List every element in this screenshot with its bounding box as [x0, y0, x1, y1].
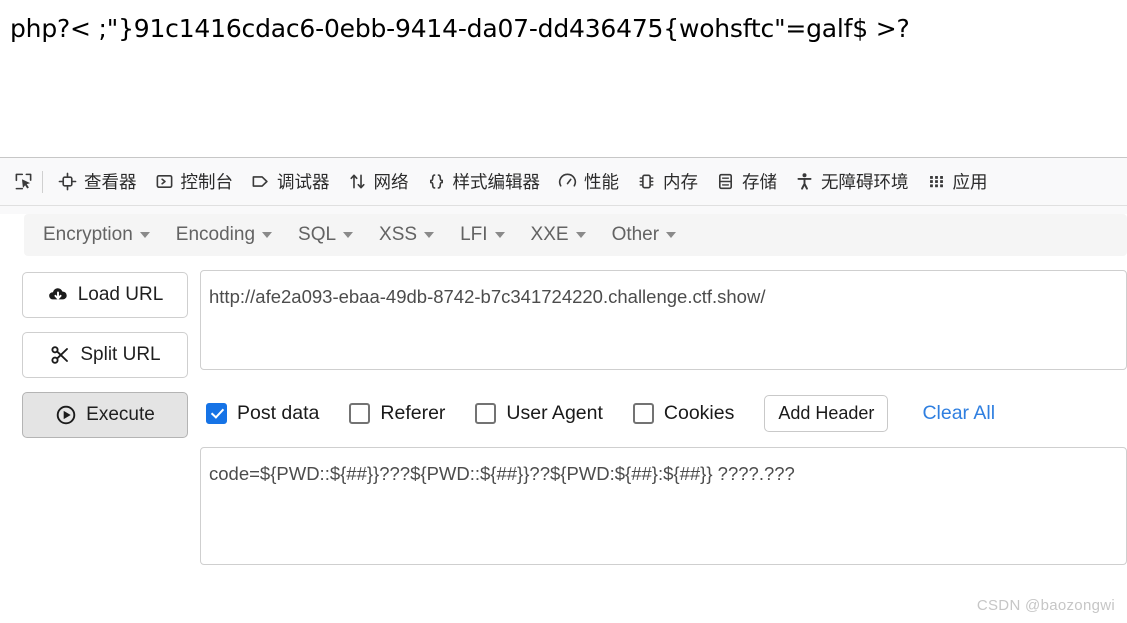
option-post-data[interactable]: Post data — [206, 402, 319, 425]
split-url-label: Split URL — [80, 344, 161, 365]
accessibility-icon — [795, 172, 814, 191]
toolbar-divider — [42, 170, 43, 193]
post-data-label: Post data — [237, 401, 320, 424]
performance-icon — [558, 172, 577, 191]
menu-xss-label: XSS — [379, 224, 418, 245]
tab-style-editor-label: 样式编辑器 — [452, 173, 541, 193]
tab-network-label: 网络 — [373, 173, 409, 193]
chevron-down-icon — [139, 232, 150, 238]
tab-memory[interactable]: 内存 — [628, 165, 707, 198]
element-picker-button[interactable] — [6, 167, 40, 197]
memory-icon — [637, 172, 656, 191]
user-agent-checkbox[interactable] — [475, 402, 497, 424]
tab-network[interactable]: 网络 — [339, 165, 418, 198]
referer-checkbox[interactable] — [349, 402, 371, 424]
url-input[interactable] — [200, 270, 1127, 370]
tab-debugger-label: 调试器 — [277, 173, 330, 193]
menu-sql-label: SQL — [298, 224, 337, 245]
tab-performance-label: 性能 — [584, 173, 619, 193]
tab-console[interactable]: 控制台 — [146, 165, 243, 198]
tab-performance[interactable]: 性能 — [549, 165, 628, 198]
hackbar-fields: Post data Referer User Agent Cookies — [188, 270, 1127, 570]
chevron-down-icon — [575, 232, 586, 238]
menu-lfi-label: LFI — [460, 224, 488, 245]
execute-button[interactable]: Execute — [22, 392, 188, 438]
menu-encryption[interactable]: Encryption — [30, 220, 163, 250]
devtools-panel: 查看器 控制台 调试器 网络 样式编辑器 性能 内存 存储 无障碍环境 应用 E… — [0, 157, 1127, 623]
menu-other-label: Other — [611, 224, 660, 245]
csdn-watermark: CSDN @baozongwi — [976, 597, 1115, 614]
tab-storage-label: 存储 — [742, 173, 777, 193]
tab-application-label: 应用 — [952, 173, 988, 193]
hackbar-action-buttons: Load URL Split URL Execute — [22, 270, 188, 570]
tab-accessibility[interactable]: 无障碍环境 — [786, 165, 918, 198]
style-editor-icon — [427, 172, 446, 191]
user-agent-label: User Agent — [506, 401, 603, 424]
hackbar-body: Load URL Split URL Execute http://afe2a0… — [0, 256, 1127, 570]
inspector-icon — [58, 172, 77, 191]
chevron-down-icon — [262, 232, 273, 238]
tab-memory-label: 内存 — [663, 173, 698, 193]
hackbar-panel: Encryption Encoding SQL XSS LFI XXE Othe… — [0, 214, 1127, 623]
tab-style-editor[interactable]: 样式编辑器 — [418, 165, 550, 198]
post-data-checkbox[interactable] — [206, 402, 227, 424]
hackbar-menubar: Encryption Encoding SQL XSS LFI XXE Othe… — [24, 214, 1127, 256]
post-data-input[interactable] — [200, 447, 1127, 565]
cookies-label: Cookies — [663, 401, 735, 424]
chevron-down-icon — [494, 232, 505, 238]
referer-label: Referer — [380, 401, 446, 424]
tab-inspector[interactable]: 查看器 — [49, 165, 146, 198]
menu-encoding-label: Encoding — [175, 224, 256, 245]
play-circle-icon — [55, 404, 77, 426]
application-icon — [927, 172, 946, 191]
cookies-checkbox[interactable] — [632, 402, 654, 424]
storage-icon — [716, 172, 735, 191]
menu-xss[interactable]: XSS — [366, 220, 447, 250]
tab-debugger[interactable]: 调试器 — [242, 165, 339, 198]
debugger-icon — [251, 172, 270, 191]
menu-encoding[interactable]: Encoding — [163, 220, 285, 250]
execute-label: Execute — [86, 404, 155, 425]
menu-xxe-label: XXE — [530, 224, 569, 245]
load-url-button[interactable]: Load URL — [22, 272, 188, 318]
menu-other[interactable]: Other — [599, 220, 690, 250]
add-header-button[interactable]: Add Header — [764, 394, 889, 432]
clear-all-link[interactable]: Clear All — [922, 402, 995, 425]
chevron-down-icon — [343, 232, 354, 238]
option-cookies[interactable]: Cookies — [632, 401, 735, 425]
request-options-row: Post data Referer User Agent Cookies Add… — [206, 394, 1127, 432]
split-url-button[interactable]: Split URL — [22, 332, 188, 378]
element-picker-icon — [14, 172, 33, 191]
tab-application[interactable]: 应用 — [918, 165, 997, 198]
scissors-icon — [49, 344, 71, 366]
menu-lfi[interactable]: LFI — [447, 220, 517, 250]
console-icon — [155, 172, 174, 191]
option-user-agent[interactable]: User Agent — [475, 401, 603, 425]
tab-inspector-label: 查看器 — [84, 173, 137, 193]
chevron-down-icon — [666, 232, 677, 238]
tab-storage[interactable]: 存储 — [707, 165, 786, 198]
devtools-toolbar: 查看器 控制台 调试器 网络 样式编辑器 性能 内存 存储 无障碍环境 应用 — [0, 158, 1127, 206]
tab-console-label: 控制台 — [180, 173, 234, 193]
option-referer[interactable]: Referer — [349, 402, 445, 425]
page-rendered-text: php?< ;"}91c1416cdac6-0ebb-9414-da07-dd4… — [10, 14, 910, 43]
menu-xxe[interactable]: XXE — [518, 220, 599, 250]
load-url-label: Load URL — [77, 284, 164, 305]
menu-sql[interactable]: SQL — [285, 220, 366, 250]
cloud-download-icon — [47, 284, 69, 306]
tab-accessibility-label: 无障碍环境 — [821, 173, 909, 193]
browser-page-content: php?< ;"}91c1416cdac6-0ebb-9414-da07-dd4… — [0, 0, 1127, 157]
menu-encryption-label: Encryption — [43, 224, 133, 245]
chevron-down-icon — [424, 232, 435, 238]
network-icon — [348, 172, 367, 191]
